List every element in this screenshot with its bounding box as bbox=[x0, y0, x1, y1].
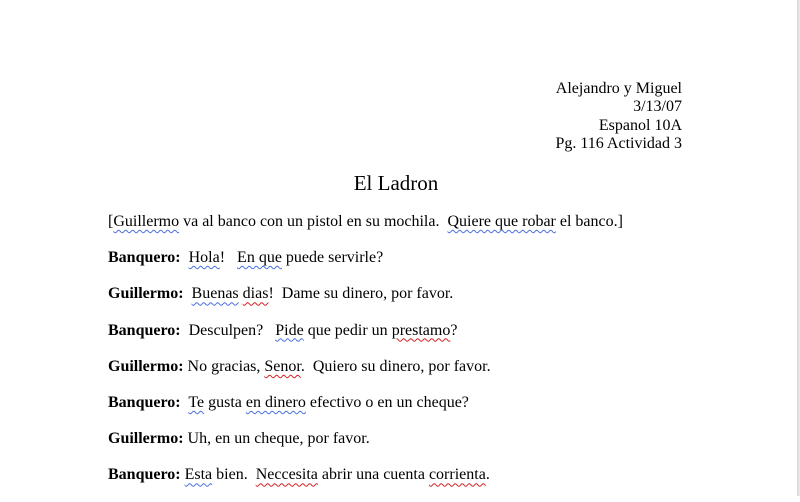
header-authors: Alejandro y Miguel bbox=[555, 80, 682, 97]
line-text: gusta bbox=[204, 393, 246, 411]
speaker-name: Banquero: bbox=[108, 466, 181, 484]
line-text: ! Dame su dinero, por favor. bbox=[268, 285, 454, 303]
line-text: ! bbox=[219, 249, 238, 267]
speaker-name: Banquero: bbox=[108, 393, 181, 411]
speaker-name: Banquero: bbox=[108, 249, 181, 267]
line-text: ? bbox=[450, 321, 458, 339]
line-text bbox=[184, 285, 192, 302]
spelling-flagged-text[interactable]: Neccesita bbox=[256, 466, 318, 483]
dialogue-line: Guillermo: Buenas dias! Dame su dinero, … bbox=[108, 284, 708, 320]
grammar-flagged-text[interactable]: Guillermo bbox=[113, 213, 179, 230]
speaker-name: Guillermo: bbox=[108, 285, 184, 303]
grammar-flagged-text[interactable]: Buenas bbox=[192, 285, 239, 302]
line-text: bien. bbox=[212, 466, 256, 484]
speaker-name: Guillermo: bbox=[108, 430, 184, 448]
line-text: Desculpen? bbox=[180, 321, 276, 339]
line-text: . Quiero su dinero, por favor. bbox=[300, 357, 491, 375]
line-text: No gracias, bbox=[183, 357, 265, 375]
dialogue-line: Guillermo: Uh, en un cheque, por favor. bbox=[108, 429, 708, 465]
grammar-flagged-text[interactable]: Esta bbox=[185, 466, 213, 483]
grammar-flagged-text[interactable]: en dinero bbox=[246, 394, 306, 411]
document-page: Alejandro y Miguel 3/13/07 Espanol 10A P… bbox=[0, 0, 797, 496]
document-title: El Ladron bbox=[353, 171, 439, 195]
spelling-flagged-text[interactable]: corrienta bbox=[429, 466, 486, 483]
document-header: Alejandro y Miguel 3/13/07 Espanol 10A P… bbox=[555, 80, 682, 153]
dialogue-line: [Guillermo va al banco con un pistol en … bbox=[108, 212, 708, 248]
spelling-flagged-text[interactable]: prestamo bbox=[392, 322, 451, 339]
line-text: abrir una cuenta bbox=[317, 466, 429, 484]
speaker-name: Guillermo: bbox=[108, 357, 184, 375]
line-text: va al banco con un pistol en su mochila. bbox=[179, 213, 448, 230]
dialogue-body: [Guillermo va al banco con un pistol en … bbox=[108, 212, 708, 502]
line-text: Uh, en un cheque, por favor. bbox=[183, 430, 370, 448]
header-course: Espanol 10A bbox=[598, 116, 682, 134]
line-text: que pedir un bbox=[303, 321, 392, 339]
line-text bbox=[181, 249, 189, 266]
dialogue-line: Guillermo: No gracias, Senor. Quiero su … bbox=[108, 357, 708, 393]
header-assignment: Pg. 116 Actividad 3 bbox=[555, 134, 682, 152]
line-text: el banco.] bbox=[555, 213, 623, 230]
line-text: . bbox=[485, 466, 490, 484]
grammar-flagged-text[interactable]: En que bbox=[237, 249, 282, 266]
line-text: puede servirle? bbox=[281, 249, 384, 267]
header-date: 3/13/07 bbox=[633, 98, 682, 116]
grammar-flagged-text[interactable]: Quiere que robar bbox=[447, 213, 555, 230]
spelling-flagged-text[interactable]: dias bbox=[243, 285, 269, 302]
grammar-flagged-text[interactable]: Hola bbox=[189, 249, 220, 266]
dialogue-line: Banquero: Desculpen? Pide que pedir un p… bbox=[108, 321, 708, 357]
line-text: efectivo o en un cheque? bbox=[305, 393, 469, 411]
grammar-flagged-text[interactable]: Pide bbox=[275, 322, 303, 339]
grammar-flagged-text[interactable]: Te bbox=[188, 394, 204, 411]
dialogue-line: Banquero: Esta bien. Neccesita abrir una… bbox=[108, 465, 708, 501]
spelling-flagged-text[interactable]: Senor bbox=[264, 358, 300, 375]
speaker-name: Banquero: bbox=[108, 321, 181, 339]
dialogue-line: Banquero: Te gusta en dinero efectivo o … bbox=[108, 393, 708, 429]
dialogue-line: Banquero: Hola! En que puede servirle? bbox=[108, 248, 708, 284]
